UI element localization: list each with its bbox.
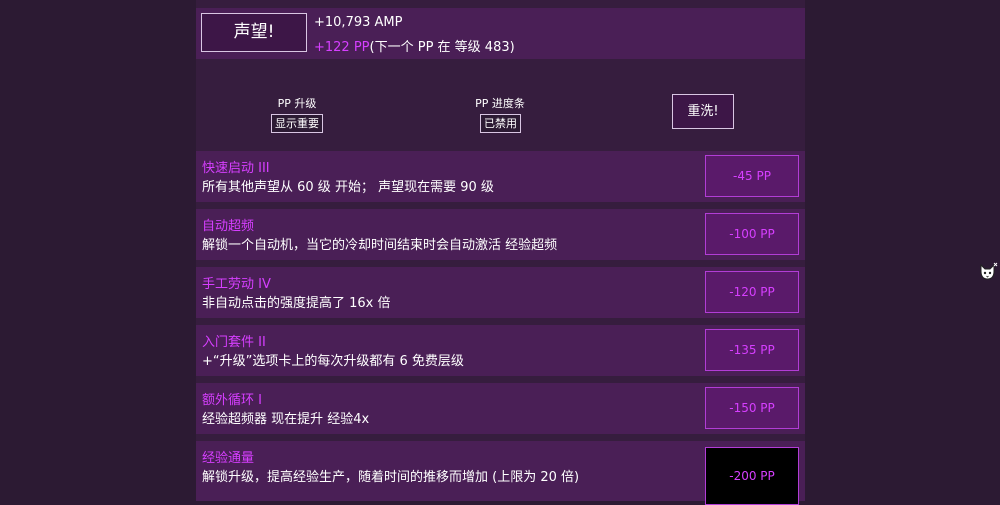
- pp-upgrades-filter-button[interactable]: 显示重要: [271, 114, 323, 133]
- upgrade-buy-button[interactable]: -150 PP: [705, 387, 799, 429]
- upgrade-buy-button[interactable]: -200 PP: [705, 447, 799, 505]
- prestige-button[interactable]: 声望!: [201, 13, 307, 52]
- respec-button[interactable]: 重洗!: [672, 94, 734, 129]
- upgrade-description: +“升级”选项卡上的每次升级都有 6 免费层级: [202, 354, 464, 369]
- upgrade-title: 额外循环 I: [202, 393, 262, 408]
- upgrade-description: 非自动点击的强度提高了 16x 倍: [202, 296, 391, 311]
- upgrade-title: 手工劳动 IV: [202, 277, 271, 292]
- upgrade-title: 入门套件 II: [202, 335, 266, 350]
- upgrade-row: 手工劳动 IV 非自动点击的强度提高了 16x 倍 -120 PP: [196, 267, 805, 318]
- upgrade-description: 经验超频器 现在提升 经验4x: [202, 412, 370, 427]
- upgrade-title: 快速启动 III: [202, 161, 270, 176]
- pp-upgrades-label: PP 升级: [277, 97, 317, 110]
- upgrade-description: 所有其他声望从 60 级 开始； 声望现在需要 90 级: [202, 180, 494, 195]
- upgrade-row: 入门套件 II +“升级”选项卡上的每次升级都有 6 免费层级 -135 PP: [196, 325, 805, 376]
- upgrade-row: 经验通量 解锁升级，提高经验生产，随着时间的推移而增加 (上限为 20 倍) -…: [196, 441, 805, 505]
- upgrade-buy-button[interactable]: -100 PP: [705, 213, 799, 255]
- upgrade-row: 额外循环 I 经验超频器 现在提升 经验4x -150 PP: [196, 383, 805, 434]
- pp-progress-toggle-button[interactable]: 已禁用: [480, 114, 521, 133]
- amp-gain: +10,793 AMP: [314, 15, 403, 30]
- upgrade-title: 自动超频: [202, 219, 255, 234]
- upgrade-description: 解锁一个自动机，当它的冷却时间结束时会自动激活 经验超频: [202, 238, 558, 253]
- upgrade-buy-button[interactable]: -135 PP: [705, 329, 799, 371]
- pp-gain: +122 PP: [314, 40, 370, 55]
- pp-progress-label: PP 进度条: [475, 97, 525, 110]
- upgrade-description: 解锁升级，提高经验生产，随着时间的推移而增加 (上限为 20 倍): [202, 470, 580, 485]
- upgrade-buy-button[interactable]: -120 PP: [705, 271, 799, 313]
- cat-icon[interactable]: [978, 262, 998, 284]
- upgrade-buy-button[interactable]: -45 PP: [705, 155, 799, 197]
- upgrade-row: 快速启动 III 所有其他声望从 60 级 开始； 声望现在需要 90 级 -4…: [196, 151, 805, 202]
- next-pp-level: (下一个 PP 在 等级 483): [369, 40, 515, 55]
- prestige-panel: 声望! +10,793 AMP +122 PP(下一个 PP 在 等级 483): [196, 8, 805, 59]
- upgrade-row: 自动超频 解锁一个自动机，当它的冷却时间结束时会自动激活 经验超频 -100 P…: [196, 209, 805, 260]
- pp-gain-line: +122 PP(下一个 PP 在 等级 483): [314, 36, 515, 55]
- upgrade-title: 经验通量: [202, 451, 255, 466]
